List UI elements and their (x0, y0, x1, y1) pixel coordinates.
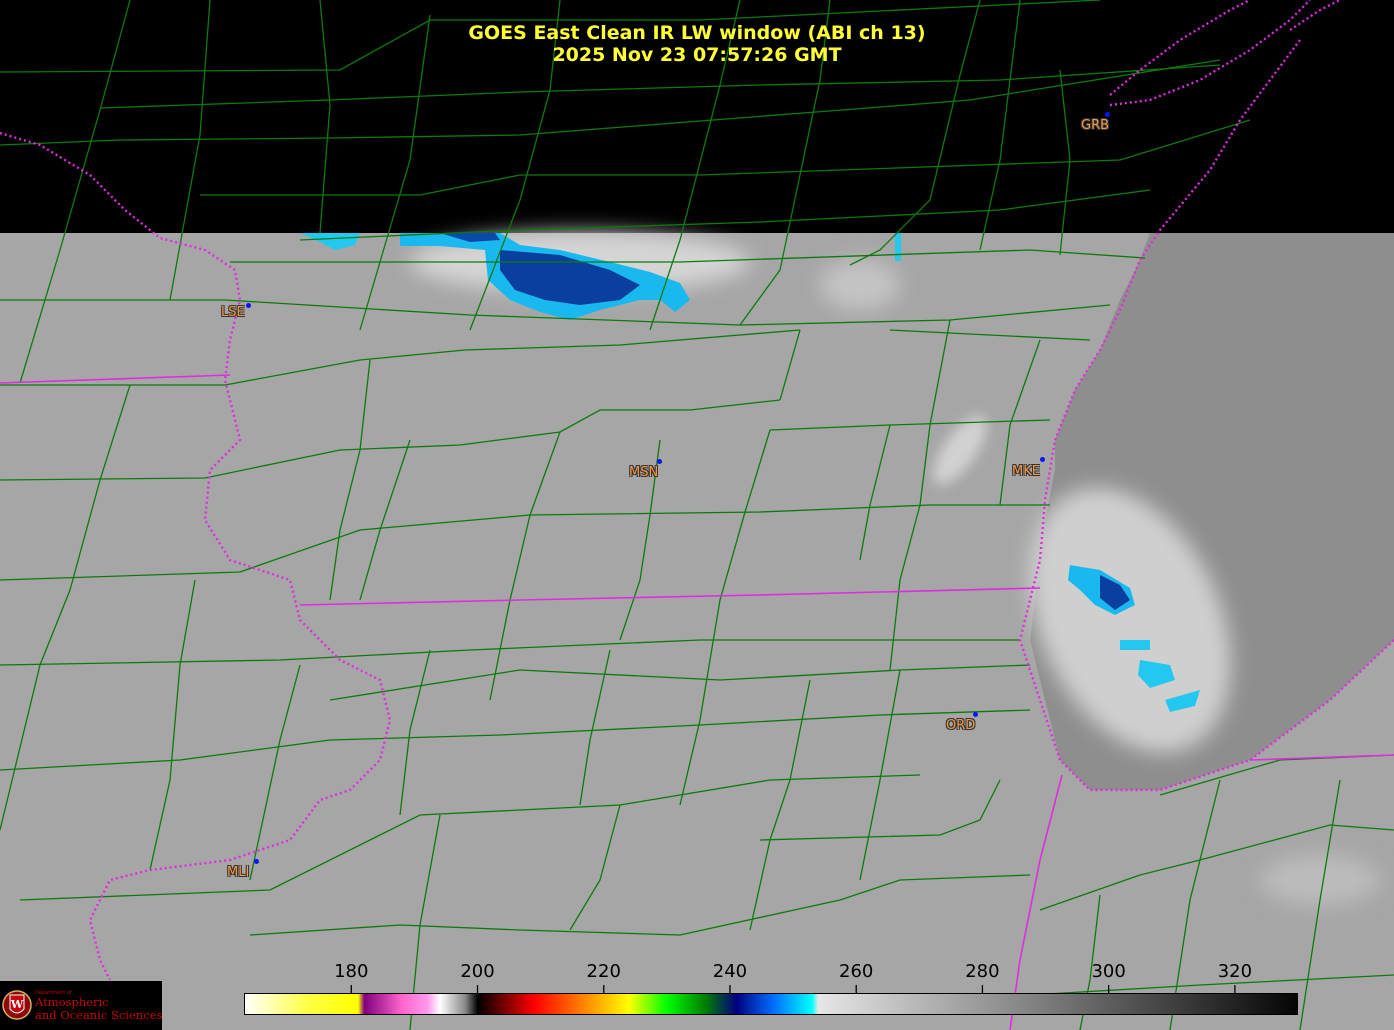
station-dot-ord (973, 712, 978, 717)
colorbar-tick-label: 300 (1091, 961, 1126, 982)
logo-line-2: and Oceanic Sciences (35, 1008, 163, 1022)
map-canvas (0, 0, 1394, 1030)
station-label-grb: GRB (1081, 118, 1110, 133)
station-dot-grb (1105, 112, 1110, 117)
station-dot-mli (254, 859, 259, 864)
image-timestamp: 2025 Nov 23 07:57:26 GMT (552, 44, 842, 66)
station-label-ord: ORD (946, 718, 976, 733)
cold-top-lake-4 (1120, 640, 1150, 650)
colorbar-tick-label: 200 (460, 961, 495, 982)
cold-top-thin (895, 233, 901, 261)
colorbar-tick-label: 280 (965, 961, 1000, 982)
county-line (299, 189, 1151, 241)
county-line (0, 59, 1221, 146)
station-label-mke: MKE (1012, 464, 1040, 479)
station-dot-msn (657, 459, 662, 464)
cloud-patch-north-east (820, 260, 900, 310)
station-label-mli: MLI (227, 865, 250, 880)
colorbar-tick-label: 220 (586, 961, 621, 982)
station-label-lse: LSE (221, 305, 245, 320)
colorbar-tick-label: 320 (1217, 961, 1253, 982)
station-dot-lse (246, 303, 251, 308)
aos-logo: W Department of Atmospheric and Oceanic … (0, 981, 162, 1030)
colorbar-gradient (244, 993, 1298, 1015)
colorbar-tick-label: 180 (334, 961, 369, 982)
station-label-msn: MSN (629, 465, 659, 480)
colorbar-tick-label: 260 (839, 961, 874, 982)
station-dot-mke (1040, 457, 1045, 462)
image-title: GOES East Clean IR LW window (ABI ch 13) (468, 22, 926, 44)
crest-letter: W (10, 998, 24, 1011)
colorbar-tick-label: 240 (712, 961, 748, 982)
uw-crest-icon: W (2, 990, 32, 1020)
temperature-colorbar (244, 993, 1298, 1015)
satellite-map-view: GOES East Clean IR LW window (ABI ch 13)… (0, 0, 1394, 1030)
